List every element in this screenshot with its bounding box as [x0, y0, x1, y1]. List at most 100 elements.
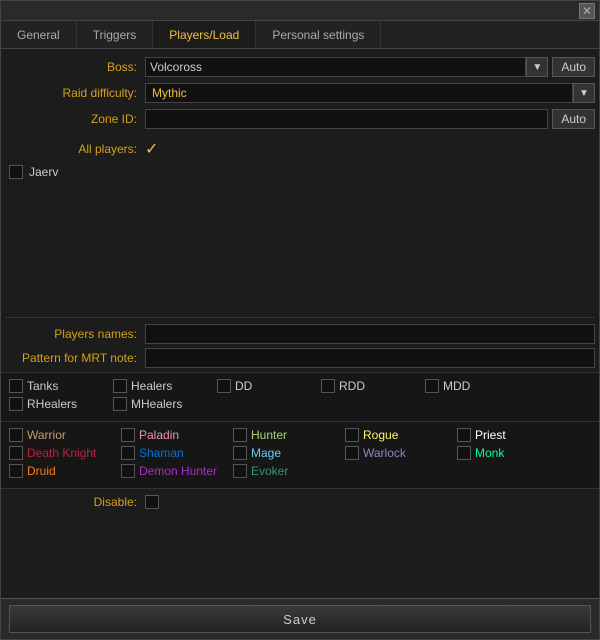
cb-druid: Druid	[9, 464, 119, 478]
druid-checkbox[interactable]	[9, 464, 23, 478]
dd-label: DD	[235, 379, 252, 393]
demon-hunter-label: Demon Hunter	[139, 464, 217, 478]
class-row-3: Druid Demon Hunter Evoker	[9, 464, 591, 478]
cb-dd: DD	[217, 379, 317, 393]
zone-auto-button[interactable]: Auto	[552, 109, 595, 129]
dd-checkbox[interactable]	[217, 379, 231, 393]
cb-priest: Priest	[457, 428, 567, 442]
disable-row: Disable:	[1, 489, 599, 515]
rogue-label: Rogue	[363, 428, 398, 442]
players-names-label: Players names:	[5, 327, 145, 341]
mdd-checkbox[interactable]	[425, 379, 439, 393]
tab-general[interactable]: General	[1, 21, 77, 48]
mage-label: Mage	[251, 446, 281, 460]
cb-mage: Mage	[233, 446, 343, 460]
role-row-1: Tanks Healers DD RDD MDD	[9, 379, 591, 393]
tab-triggers[interactable]: Triggers	[77, 21, 154, 48]
evoker-checkbox[interactable]	[233, 464, 247, 478]
cb-evoker: Evoker	[233, 464, 343, 478]
demon-hunter-checkbox[interactable]	[121, 464, 135, 478]
evoker-label: Evoker	[251, 464, 288, 478]
rogue-checkbox[interactable]	[345, 428, 359, 442]
cb-hunter: Hunter	[233, 428, 343, 442]
death-knight-label: Death Knight	[27, 446, 96, 460]
divider-1	[5, 317, 595, 318]
players-names-input[interactable]	[145, 324, 595, 344]
priest-label: Priest	[475, 428, 506, 442]
rdd-checkbox[interactable]	[321, 379, 335, 393]
cb-healers: Healers	[113, 379, 213, 393]
difficulty-value: Mythic	[152, 86, 187, 100]
difficulty-dropdown-btn[interactable]: ▼	[573, 83, 595, 103]
monk-checkbox[interactable]	[457, 446, 471, 460]
mage-checkbox[interactable]	[233, 446, 247, 460]
healers-checkbox[interactable]	[113, 379, 127, 393]
paladin-checkbox[interactable]	[121, 428, 135, 442]
hunter-label: Hunter	[251, 428, 287, 442]
cb-mhealers: MHealers	[113, 397, 213, 411]
save-button[interactable]: Save	[9, 605, 591, 633]
cb-shaman: Shaman	[121, 446, 231, 460]
warrior-label: Warrior	[27, 428, 66, 442]
cb-monk: Monk	[457, 446, 567, 460]
healers-label: Healers	[131, 379, 172, 393]
rhealers-checkbox[interactable]	[9, 397, 23, 411]
zone-id-input[interactable]	[145, 109, 548, 129]
tab-bar: General Triggers Players/Load Personal s…	[1, 21, 599, 49]
save-bar: Save	[1, 598, 599, 639]
warlock-label: Warlock	[363, 446, 406, 460]
cb-mdd: MDD	[425, 379, 525, 393]
role-checkboxes-section: Tanks Healers DD RDD MDD	[1, 372, 599, 422]
mdd-label: MDD	[443, 379, 470, 393]
cb-demon-hunter: Demon Hunter	[121, 464, 231, 478]
shaman-checkbox[interactable]	[121, 446, 135, 460]
pattern-mrt-input[interactable]	[145, 348, 595, 368]
tab-players-load[interactable]: Players/Load	[153, 21, 256, 48]
pattern-mrt-row: Pattern for MRT note:	[1, 348, 599, 368]
cb-rogue: Rogue	[345, 428, 455, 442]
tanks-checkbox[interactable]	[9, 379, 23, 393]
players-spacer	[1, 181, 599, 311]
warrior-checkbox[interactable]	[9, 428, 23, 442]
tab-personal-settings[interactable]: Personal settings	[256, 21, 381, 48]
shaman-label: Shaman	[139, 446, 184, 460]
paladin-label: Paladin	[139, 428, 179, 442]
close-button[interactable]: ✕	[579, 3, 595, 19]
player-name: Jaerv	[29, 165, 58, 179]
disable-label: Disable:	[5, 495, 145, 509]
cb-death-knight: Death Knight	[9, 446, 119, 460]
all-players-checkmark[interactable]: ✓	[145, 139, 158, 159]
cb-rdd: RDD	[321, 379, 421, 393]
mhealers-label: MHealers	[131, 397, 182, 411]
death-knight-checkbox[interactable]	[9, 446, 23, 460]
players-names-row: Players names:	[1, 324, 599, 344]
tanks-label: Tanks	[27, 379, 58, 393]
mhealers-checkbox[interactable]	[113, 397, 127, 411]
cb-tanks: Tanks	[9, 379, 109, 393]
monk-label: Monk	[475, 446, 504, 460]
cb-rhealers: RHealers	[9, 397, 109, 411]
rhealers-label: RHealers	[27, 397, 77, 411]
title-bar: ✕	[1, 1, 599, 21]
main-content: Boss: ▼ Auto Raid difficulty: Mythic ▼ Z…	[1, 49, 599, 598]
boss-input[interactable]	[145, 57, 526, 77]
main-window: ✕ General Triggers Players/Load Personal…	[0, 0, 600, 640]
priest-checkbox[interactable]	[457, 428, 471, 442]
hunter-checkbox[interactable]	[233, 428, 247, 442]
boss-auto-button[interactable]: Auto	[552, 57, 595, 77]
raid-difficulty-row: Raid difficulty: Mythic ▼	[1, 83, 599, 103]
boss-row: Boss: ▼ Auto	[1, 57, 599, 77]
boss-label: Boss:	[5, 60, 145, 74]
role-row-2: RHealers MHealers	[9, 397, 591, 411]
classes-section: Warrior Paladin Hunter Rogue Priest	[1, 422, 599, 489]
player-row: Jaerv	[1, 163, 599, 181]
boss-dropdown-btn[interactable]: ▼	[526, 57, 548, 77]
disable-checkbox[interactable]	[145, 495, 159, 509]
cb-warlock: Warlock	[345, 446, 455, 460]
druid-label: Druid	[27, 464, 56, 478]
pattern-mrt-label: Pattern for MRT note:	[5, 351, 145, 365]
warlock-checkbox[interactable]	[345, 446, 359, 460]
player-checkbox[interactable]	[9, 165, 23, 179]
all-players-label: All players:	[5, 142, 145, 156]
class-row-2: Death Knight Shaman Mage Warlock Monk	[9, 446, 591, 460]
